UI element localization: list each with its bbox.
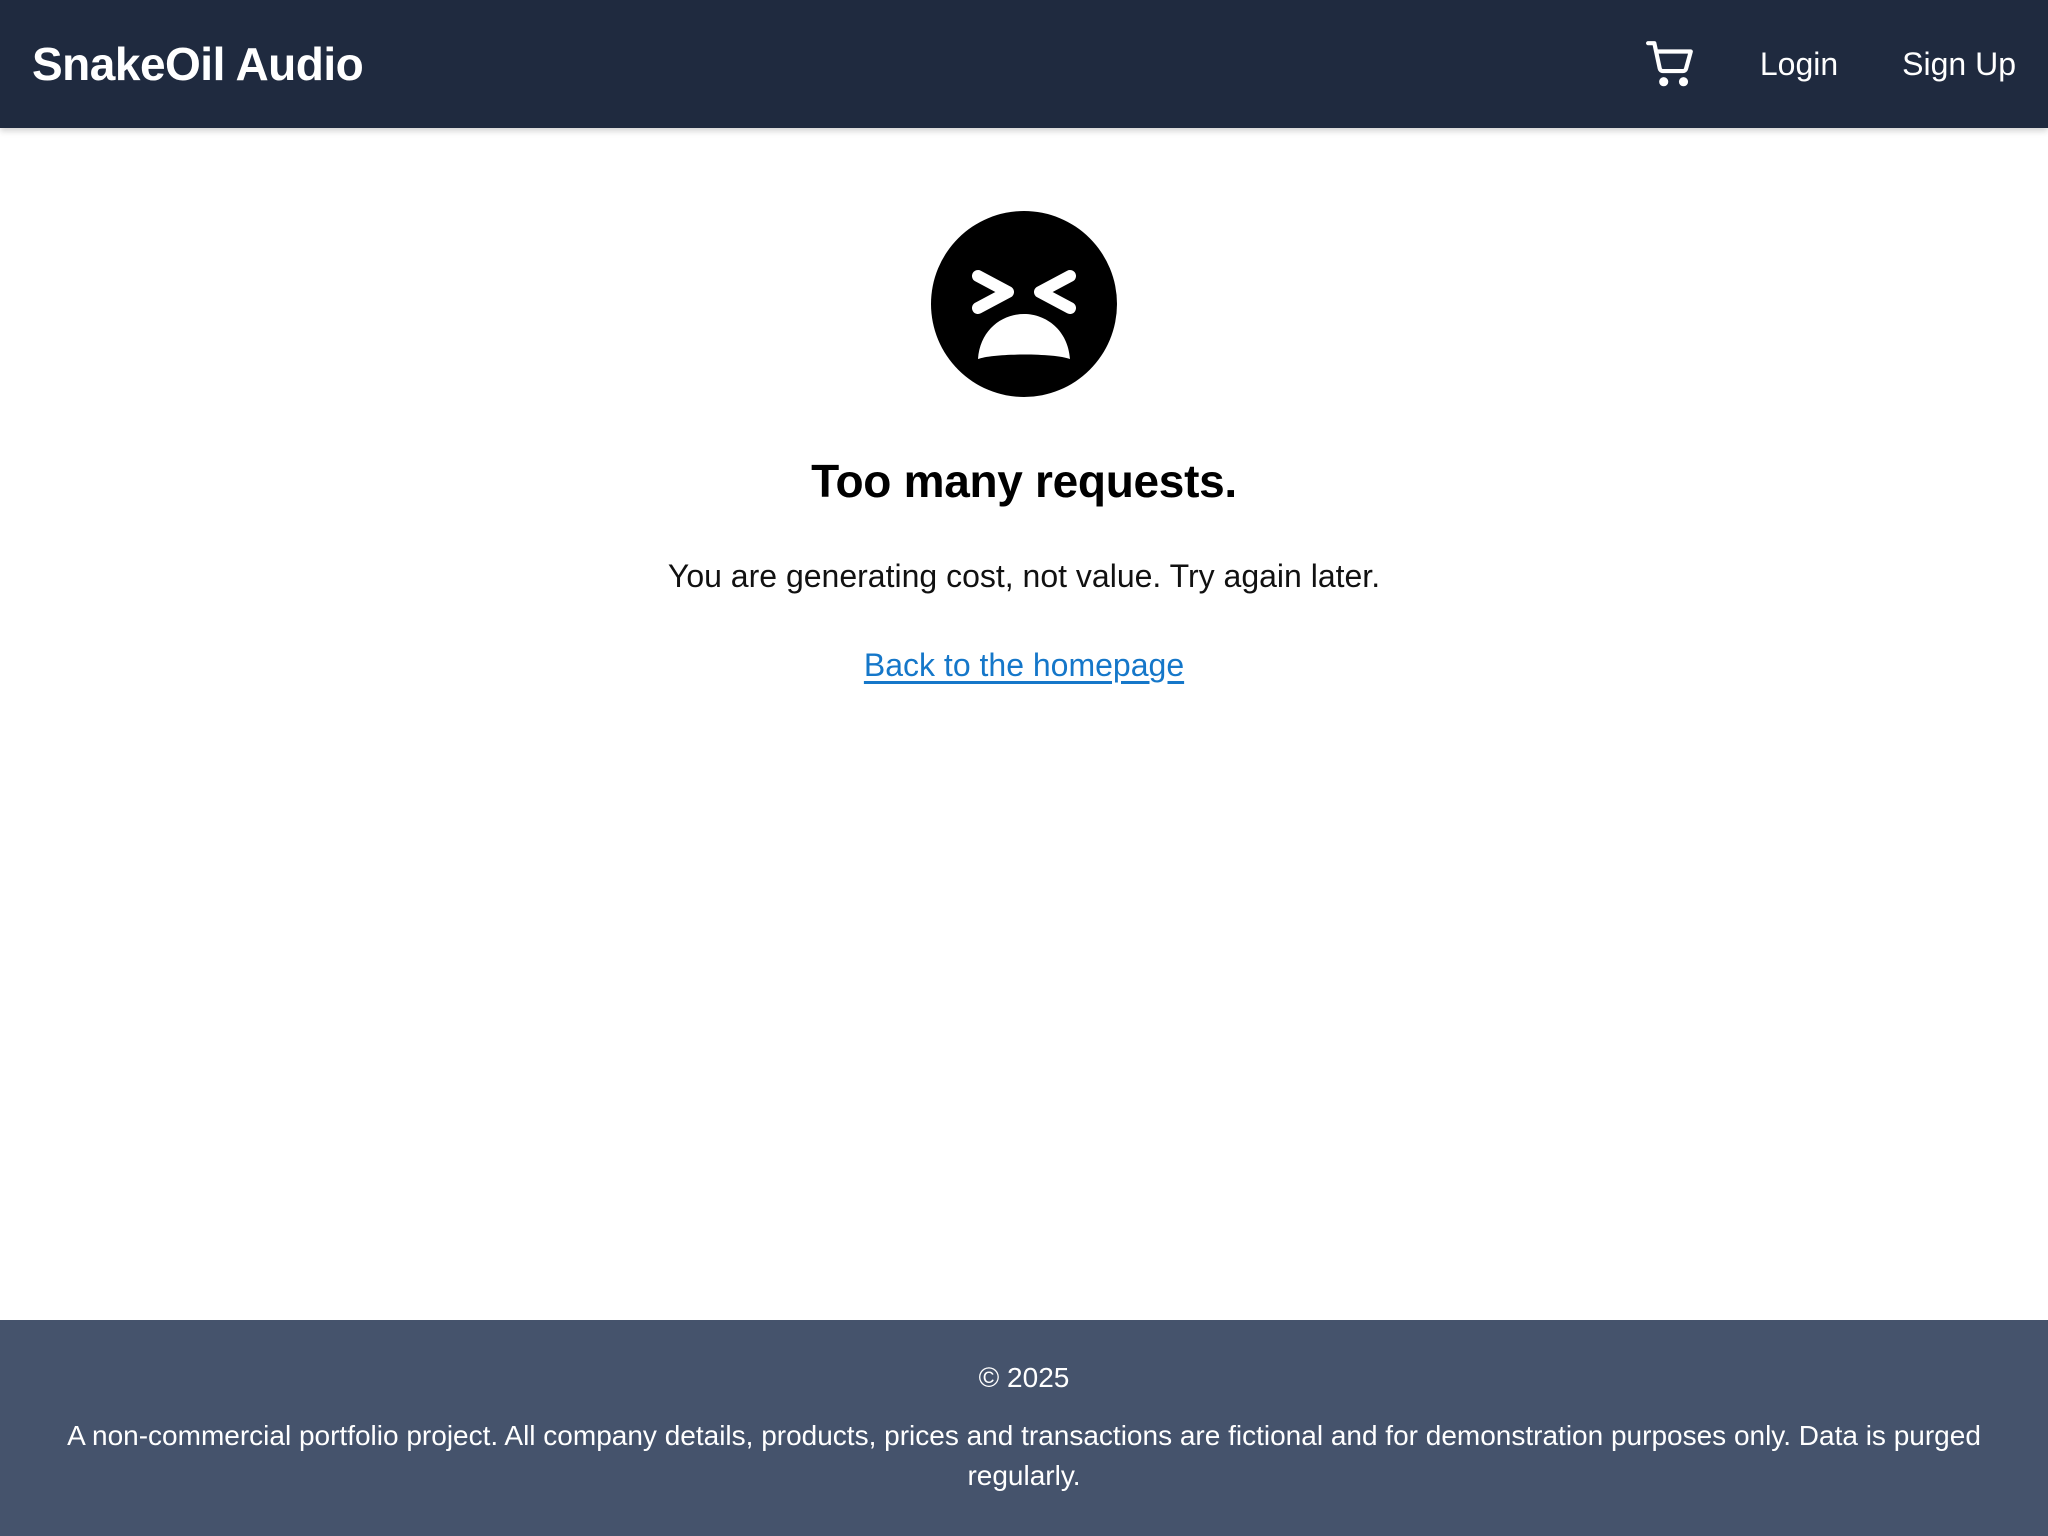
cart-button[interactable] [1645, 39, 1696, 89]
back-to-homepage-link[interactable]: Back to the homepage [864, 647, 1184, 684]
site-footer: © 2025 A non-commercial portfolio projec… [0, 1320, 2048, 1536]
tired-face-icon [930, 210, 1118, 398]
nav-links: Login Sign Up [1645, 39, 2016, 89]
signup-link[interactable]: Sign Up [1902, 46, 2016, 83]
login-link[interactable]: Login [1760, 46, 1838, 83]
page: SnakeOil Audio Login Sign Up Too many re… [0, 0, 2048, 1536]
error-content: Too many requests. You are generating co… [0, 128, 2048, 1320]
shopping-cart-icon [1645, 39, 1696, 89]
top-navbar: SnakeOil Audio Login Sign Up [0, 0, 2048, 128]
disclaimer-text: A non-commercial portfolio project. All … [67, 1420, 1981, 1491]
error-headline: Too many requests. [811, 455, 1237, 507]
copyright-text: © 2025 [978, 1362, 1070, 1393]
brand-logo-link[interactable]: SnakeOil Audio [32, 37, 364, 91]
error-message: You are generating cost, not value. Try … [667, 558, 1381, 594]
